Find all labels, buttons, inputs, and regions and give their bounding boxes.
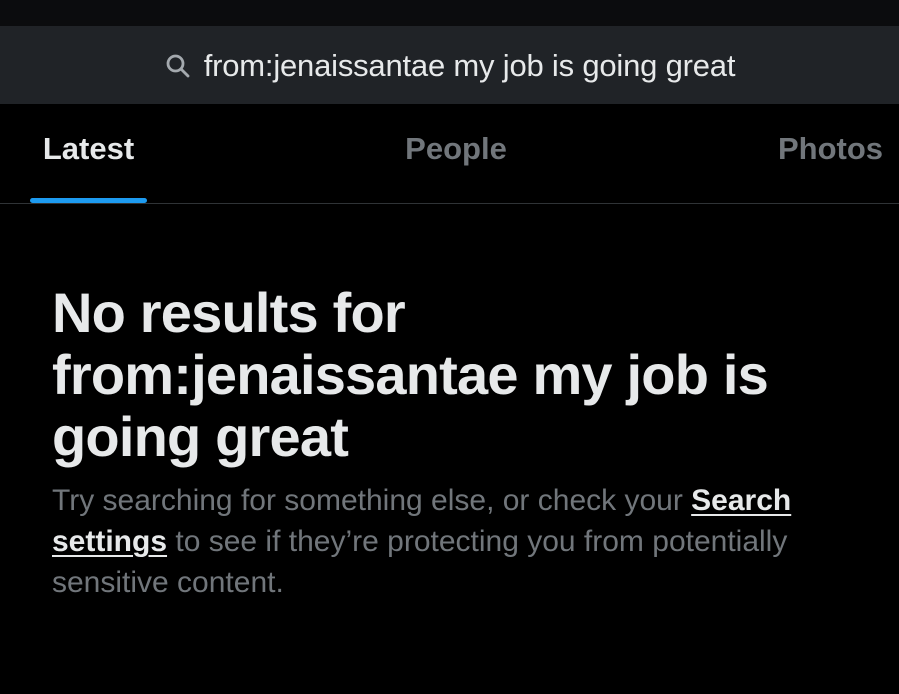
tab-photos[interactable]: Photos [768, 104, 893, 203]
empty-state-text-before: Try searching for something else, or che… [52, 484, 692, 517]
search-bar-content: from:jenaissantae my job is going great [164, 48, 736, 84]
search-bar[interactable]: from:jenaissantae my job is going great [0, 26, 899, 104]
search-input[interactable]: from:jenaissantae my job is going great [204, 48, 736, 84]
tab-label: People [405, 130, 507, 166]
status-bar-strip [0, 0, 899, 26]
tab-latest[interactable]: Latest [30, 104, 147, 203]
empty-state-message: Try searching for something else, or che… [52, 480, 872, 603]
tab-label: Latest [42, 130, 135, 166]
tab-label: Photos [777, 130, 884, 166]
empty-state: No results for from:jenaissantae my job … [52, 282, 872, 603]
search-results-screen: from:jenaissantae my job is going great … [0, 0, 899, 694]
search-icon [164, 52, 192, 80]
empty-state-title: No results for from:jenaissantae my job … [52, 281, 769, 468]
search-tabs: Latest People Photos [0, 104, 899, 204]
tab-people[interactable]: People [390, 104, 522, 203]
active-tab-indicator [30, 198, 147, 203]
